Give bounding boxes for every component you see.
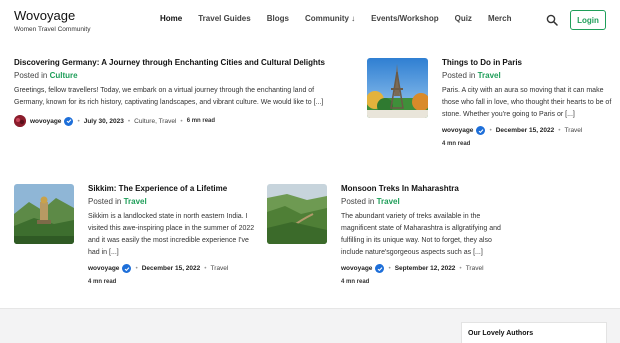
post-card-germany: Discovering Germany: A Journey through E… [14,58,339,127]
meta-separator: • [558,127,561,134]
post-date: December 15, 2022 [495,127,555,134]
post-author[interactable]: wovoyage [88,265,119,272]
meta-separator: • [204,265,207,272]
post-read-time: 6 mn read [186,118,216,124]
nav-item-quiz[interactable]: Quiz [455,14,472,24]
brand-name[interactable]: Wovoyage [14,8,90,23]
nav-item-blogs[interactable]: Blogs [267,14,289,24]
post-author[interactable]: wovoyage [341,265,372,272]
post-card-maharashtra: Monsoon Treks In Maharashtra Posted in T… [341,184,511,285]
site-header: Wovoyage Women Travel Community Home Tra… [0,0,620,40]
nav-item-travel-guides[interactable]: Travel Guides [198,14,250,24]
nav-item-events-workshop[interactable]: Events/Workshop [371,14,438,24]
post-meta: wovoyage • December 15, 2022 • Travel [88,264,258,273]
main-nav: Home Travel Guides Blogs Community ↓ Eve… [160,14,528,24]
meta-separator: • [180,117,183,125]
login-button[interactable]: Login [570,10,606,30]
post-read-time: 4 mn read [88,279,117,285]
posted-in-label: Posted in [341,197,375,206]
post-title[interactable]: Monsoon Treks In Maharashtra [341,184,511,194]
post-read-time: 4 mn read [341,279,370,285]
post-category-line: Posted in Culture [14,70,339,81]
post-category-line: Posted in Travel [442,70,612,81]
post-categories[interactable]: Travel [211,265,229,272]
post-category-link[interactable]: Travel [377,197,400,206]
meta-separator: • [489,127,492,134]
post-author[interactable]: wovoyage [30,118,61,125]
search-icon[interactable] [546,13,558,26]
posted-in-label: Posted in [88,197,122,206]
post-category-link[interactable]: Culture [50,71,78,80]
verified-icon [122,264,132,273]
post-date: December 15, 2022 [141,265,201,272]
post-date: September 12, 2022 [394,265,456,272]
post-meta: wovoyage • September 12, 2022 • Travel [341,264,511,273]
verified-icon [64,116,74,126]
authors-widget-title: Our Lovely Authors [468,330,534,337]
post-card-sikkim: Sikkim: The Experience of a Lifetime Pos… [88,184,258,285]
authors-widget: Our Lovely Authors [461,322,607,343]
meta-separator: • [388,265,391,272]
meta-separator: • [459,265,462,272]
avatar[interactable] [14,115,26,127]
post-thumbnail-sikkim[interactable] [14,184,74,244]
post-categories[interactable]: Travel [466,265,484,272]
post-meta: wovoyage • July 30, 2023 • Culture, Trav… [14,115,339,127]
post-category-link[interactable]: Travel [478,71,501,80]
brand[interactable]: Wovoyage Women Travel Community [14,8,90,34]
post-thumbnail-maharashtra[interactable] [267,184,327,244]
meta-separator: • [77,117,80,125]
post-excerpt: The abundant variety of treks available … [341,213,501,256]
post-category-link[interactable]: Travel [124,197,147,206]
verified-icon [375,264,385,273]
post-thumbnail-paris[interactable] [367,58,428,118]
verified-icon [476,126,486,135]
brand-tagline: Women Travel Community [14,26,91,33]
post-categories[interactable]: Travel [565,127,583,134]
post-category-line: Posted in Travel [341,196,511,207]
meta-separator: • [127,117,131,125]
posted-in-label: Posted in [14,71,48,80]
post-excerpt: Greetings, fellow travellers! Today, we … [14,87,324,106]
post-title[interactable]: Things to Do in Paris [442,58,612,68]
post-date: July 30, 2023 [83,117,124,125]
post-title[interactable]: Discovering Germany: A Journey through E… [14,58,339,68]
post-category-line: Posted in Travel [88,196,258,207]
post-excerpt: Paris. A city with an aura so moving tha… [442,87,612,118]
post-title[interactable]: Sikkim: The Experience of a Lifetime [88,184,258,194]
post-card-paris: Things to Do in Paris Posted in Travel P… [442,58,612,147]
post-author[interactable]: wovoyage [442,127,473,134]
nav-item-community[interactable]: Community ↓ [305,14,355,24]
post-categories[interactable]: Culture, Travel [134,118,176,125]
post-read-time: 4 mn read [442,141,471,147]
nav-item-merch[interactable]: Merch [488,14,512,24]
posted-in-label: Posted in [442,71,476,80]
post-meta: wovoyage • December 15, 2022 • Travel [442,126,612,135]
meta-separator: • [135,265,138,272]
post-excerpt: Sikkim is a landlocked state in north ea… [88,213,255,256]
nav-item-home[interactable]: Home [160,14,182,24]
